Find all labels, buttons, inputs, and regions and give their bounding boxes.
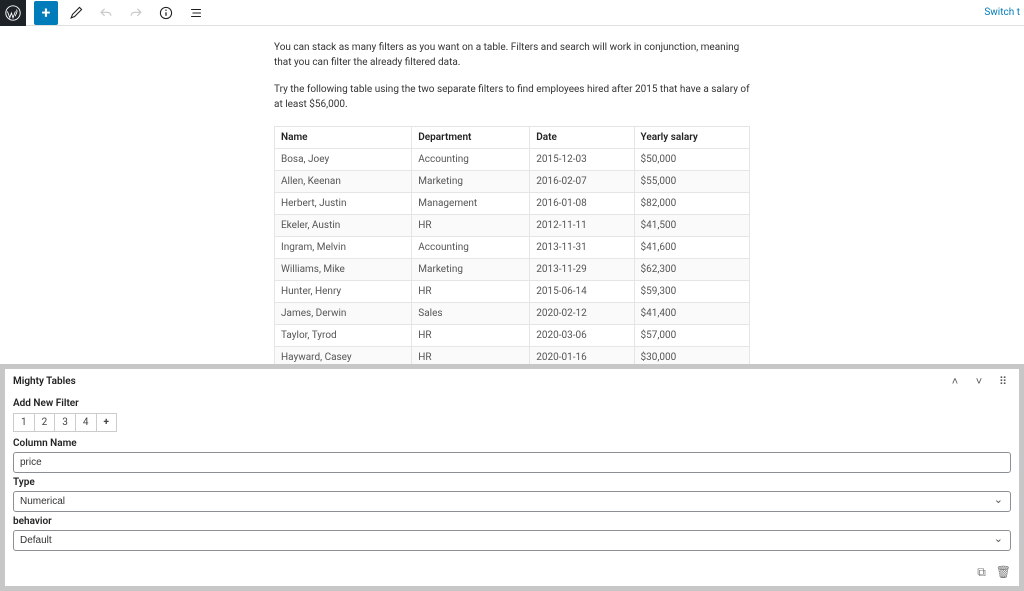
- table-cell: Hunter, Henry: [275, 281, 412, 303]
- table-cell: 2020-03-06: [530, 325, 634, 347]
- col-date: Date: [530, 127, 634, 149]
- wordpress-logo[interactable]: [0, 0, 26, 26]
- table-cell: Accounting: [412, 149, 530, 171]
- table-cell: Accounting: [412, 237, 530, 259]
- table-cell: 2015-06-14: [530, 281, 634, 303]
- editor-toolbar: + Switch t: [0, 0, 1024, 26]
- filter-tab[interactable]: 2: [35, 413, 56, 432]
- column-name-label: Column Name: [13, 438, 1011, 449]
- table-cell: 2016-01-08: [530, 193, 634, 215]
- table-header-row: Name Department Date Yearly salary: [275, 127, 750, 149]
- drag-handle-icon[interactable]: ⠿: [995, 373, 1011, 389]
- add-filter-label: Add New Filter: [13, 398, 1011, 409]
- table-cell: $50,000: [634, 149, 750, 171]
- add-block-button[interactable]: +: [34, 1, 58, 25]
- table-cell: $57,000: [634, 325, 750, 347]
- table-row: Taylor, TyrodHR2020-03-06$57,000: [275, 325, 750, 347]
- table-row: Hunter, HenryHR2015-06-14$59,300: [275, 281, 750, 303]
- table-cell: 2020-02-12: [530, 303, 634, 325]
- table-cell: $62,300: [634, 259, 750, 281]
- edit-icon[interactable]: [64, 1, 88, 25]
- col-name: Name: [275, 127, 412, 149]
- table-cell: Allen, Keenan: [275, 171, 412, 193]
- table-cell: James, Derwin: [275, 303, 412, 325]
- move-up-icon[interactable]: ˄: [947, 373, 963, 389]
- table-cell: Ingram, Melvin: [275, 237, 412, 259]
- col-dept: Department: [412, 127, 530, 149]
- move-down-icon[interactable]: ˅: [971, 373, 987, 389]
- delete-icon[interactable]: 🗑: [996, 565, 1011, 580]
- column-name-input[interactable]: [13, 452, 1011, 473]
- table-cell: Sales: [412, 303, 530, 325]
- table-row: Allen, KeenanMarketing2016-02-07$55,000: [275, 171, 750, 193]
- table-row: Ekeler, AustinHR2012-11-11$41,500: [275, 215, 750, 237]
- redo-icon[interactable]: [124, 1, 148, 25]
- filter-tab[interactable]: 3: [55, 413, 76, 432]
- table-cell: 2013-11-29: [530, 259, 634, 281]
- col-salary: Yearly salary: [634, 127, 750, 149]
- panel-title: Mighty Tables: [13, 376, 76, 387]
- table-cell: HR: [412, 325, 530, 347]
- table-cell: Marketing: [412, 259, 530, 281]
- table-cell: 2016-02-07: [530, 171, 634, 193]
- filter-tab[interactable]: 1: [13, 413, 35, 432]
- table-row: Bosa, JoeyAccounting2015-12-03$50,000: [275, 149, 750, 171]
- table-cell: 2013-11-31: [530, 237, 634, 259]
- table-cell: $55,000: [634, 171, 750, 193]
- table-cell: HR: [412, 281, 530, 303]
- table-cell: Taylor, Tyrod: [275, 325, 412, 347]
- table-block[interactable]: Name Department Date Yearly salary Bosa,…: [274, 126, 750, 396]
- table-row: Ingram, MelvinAccounting2013-11-31$41,60…: [275, 237, 750, 259]
- table-cell: $41,400: [634, 303, 750, 325]
- filter-tab[interactable]: 4: [76, 413, 97, 432]
- table-cell: Ekeler, Austin: [275, 215, 412, 237]
- undo-icon[interactable]: [94, 1, 118, 25]
- add-filter-tab[interactable]: +: [97, 413, 117, 432]
- duplicate-icon[interactable]: ⧉: [977, 565, 986, 580]
- table-row: Herbert, JustinManagement2016-01-08$82,0…: [275, 193, 750, 215]
- type-label: Type: [13, 477, 1011, 488]
- table-cell: Management: [412, 193, 530, 215]
- outline-icon[interactable]: [184, 1, 208, 25]
- table-cell: 2012-11-11: [530, 215, 634, 237]
- table-cell: HR: [412, 215, 530, 237]
- table-cell: Herbert, Justin: [275, 193, 412, 215]
- filter-tabs: 1234+: [13, 413, 1011, 432]
- paragraph-block[interactable]: Try the following table using the two se…: [274, 82, 750, 112]
- block-settings-panel: Mighty Tables ˄ ˅ ⠿ Add New Filter 1234+…: [0, 364, 1024, 591]
- behavior-select[interactable]: Default: [13, 530, 1011, 551]
- table-row: James, DerwinSales2020-02-12$41,400: [275, 303, 750, 325]
- paragraph-block[interactable]: You can stack as many filters as you wan…: [274, 40, 750, 70]
- type-select[interactable]: Numerical: [13, 491, 1011, 512]
- table-cell: $59,300: [634, 281, 750, 303]
- panel-header: Mighty Tables ˄ ˅ ⠿: [5, 369, 1019, 394]
- table-cell: $41,600: [634, 237, 750, 259]
- info-icon[interactable]: [154, 1, 178, 25]
- switch-mode-link[interactable]: Switch t: [984, 7, 1020, 18]
- table-cell: $41,500: [634, 215, 750, 237]
- table-cell: $82,000: [634, 193, 750, 215]
- table-cell: Williams, Mike: [275, 259, 412, 281]
- table-cell: Marketing: [412, 171, 530, 193]
- table-cell: Bosa, Joey: [275, 149, 412, 171]
- table-cell: 2015-12-03: [530, 149, 634, 171]
- editor-content: You can stack as many filters as you wan…: [0, 26, 1024, 421]
- table-row: Williams, MikeMarketing2013-11-29$62,300: [275, 259, 750, 281]
- behavior-label: behavior: [13, 516, 1011, 527]
